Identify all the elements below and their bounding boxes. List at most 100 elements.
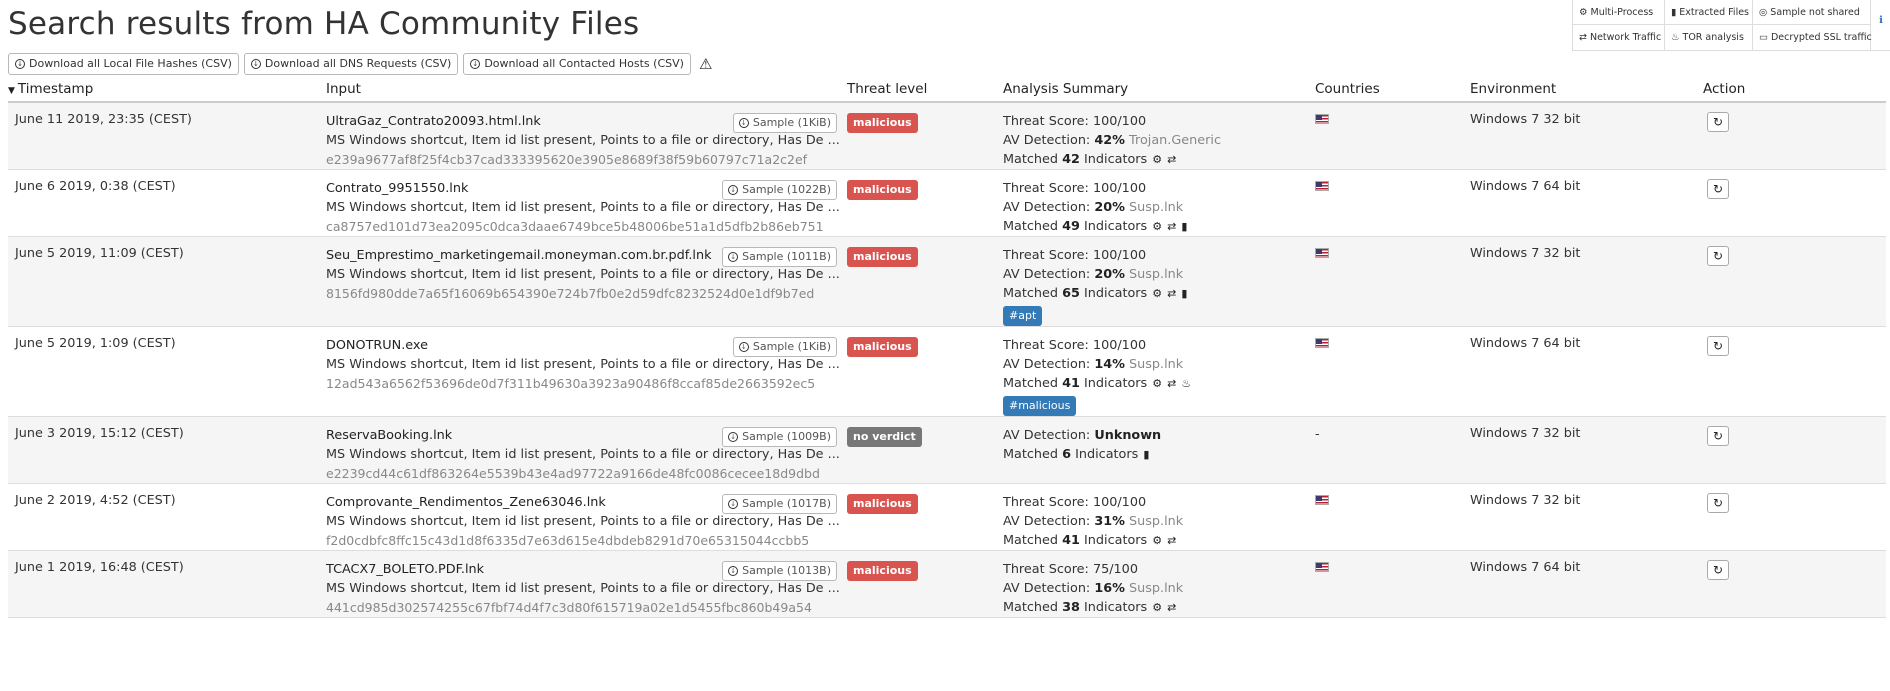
av-detection-label: AV Detection: — [1003, 581, 1095, 596]
av-detection-value: 31% — [1094, 514, 1125, 529]
table-header-row: ▼ Timestamp Input Threat level Analysis S… — [8, 76, 1886, 103]
gears-icon: ⚙ — [1152, 601, 1163, 614]
countries-cell — [1315, 102, 1470, 170]
action-cell: ↻ — [1685, 416, 1886, 484]
tag-badge[interactable]: #malicious — [1003, 396, 1077, 416]
av-detection: AV Detection: 20% Susp.lnk — [1003, 265, 1315, 284]
file-hash: f2d0cdbfc8ffc15c43d1d8f6335d7e63d615e4db… — [326, 533, 810, 548]
action-cell: ↻ — [1685, 550, 1886, 618]
reanalyze-button[interactable]: ↻ — [1707, 560, 1729, 580]
table-row[interactable]: June 6 2019, 0:38 (CEST) Contrato_995155… — [8, 169, 1886, 237]
column-header-input[interactable]: Input — [326, 76, 847, 103]
input-cell: TCACX7_BOLETO.PDF.lnk MS Windows shortcu… — [326, 550, 847, 618]
download-sample-button[interactable]: ↓ Sample (1017B) — [722, 494, 837, 514]
threat-score: Threat Score: 100/100 — [1003, 338, 1147, 353]
file-description: MS Windows shortcut, Item id list presen… — [326, 267, 840, 282]
file-icon: ▮ — [1143, 448, 1150, 461]
us-flag-icon — [1315, 338, 1329, 348]
download-dns-requests-button[interactable]: ↓ Download all DNS Requests (CSV) — [243, 53, 459, 75]
warning-icon[interactable]: ⚠ — [699, 55, 712, 73]
av-detection-value: 14% — [1094, 357, 1125, 372]
download-icon: ↓ — [470, 59, 481, 69]
threat-level-badge: malicious — [847, 494, 918, 514]
tor-icon: ♨ — [1671, 32, 1680, 43]
download-file-hashes-button[interactable]: ↓ Download all Local File Hashes (CSV) — [8, 53, 239, 75]
analysis-summary-cell: Threat Score: 75/100 AV Detection: 16% S… — [1003, 550, 1315, 618]
eye-slash-icon: ◎ — [1759, 6, 1768, 18]
reanalyze-button[interactable]: ↻ — [1707, 246, 1729, 266]
environment-cell: Windows 7 64 bit — [1470, 169, 1685, 237]
table-row[interactable]: June 11 2019, 23:35 (CEST) UltraGaz_Cont… — [8, 102, 1886, 170]
threat-level-badge: malicious — [847, 561, 918, 581]
matched-indicators: Matched 42 Indicators ⚙ ⇄ — [1003, 152, 1177, 167]
column-header-environment[interactable]: Environment — [1470, 76, 1685, 103]
gears-icon: ⚙ — [1152, 377, 1163, 390]
reanalyze-button[interactable]: ↻ — [1707, 179, 1729, 199]
hdd-icon: ▭ — [1759, 32, 1768, 43]
table-row[interactable]: June 3 2019, 15:12 (CEST) ReservaBooking… — [8, 416, 1886, 484]
threat-level-cell: malicious — [847, 550, 1003, 618]
refresh-icon: ↻ — [1712, 182, 1724, 196]
timestamp-cell: June 2 2019, 4:52 (CEST) — [8, 483, 326, 551]
av-detection-name: Susp.lnk — [1129, 581, 1184, 596]
environment-cell: Windows 7 32 bit — [1470, 416, 1685, 484]
gears-icon: ⚙ — [1152, 220, 1163, 233]
action-cell: ↻ — [1685, 102, 1886, 170]
av-detection: AV Detection: 31% Susp.lnk — [1003, 512, 1315, 531]
matched-indicators: Matched 65 Indicators ⚙ ⇄ ▮ — [1003, 286, 1188, 301]
refresh-icon: ↻ — [1712, 115, 1724, 129]
info-icon[interactable]: ℹ — [1874, 14, 1888, 28]
input-cell: Comprovante_Rendimentos_Zene63046.lnk MS… — [326, 483, 847, 551]
column-header-countries[interactable]: Countries — [1315, 76, 1470, 103]
column-header-analysis-summary[interactable]: Analysis Summary — [1003, 76, 1315, 103]
threat-level-cell: malicious — [847, 236, 1003, 327]
download-sample-button[interactable]: ↓ Sample (1022B) — [722, 180, 837, 200]
file-description: MS Windows shortcut, Item id list presen… — [326, 200, 840, 215]
threat-level-cell: malicious — [847, 169, 1003, 237]
threat-score: Threat Score: 75/100 — [1003, 562, 1138, 577]
table-row[interactable]: June 1 2019, 16:48 (CEST) TCACX7_BOLETO.… — [8, 550, 1886, 618]
reanalyze-button[interactable]: ↻ — [1707, 112, 1729, 132]
tag-badge[interactable]: #apt — [1003, 306, 1043, 326]
file-hash: e2239cd44c61df863264e5539b43e4ad97722a91… — [326, 466, 820, 481]
environment-cell: Windows 7 32 bit — [1470, 483, 1685, 551]
page-title: Search results from HA Community Files — [8, 6, 640, 42]
file-hash: 441cd985d302574255c67fbf74d4f7c3d80f6157… — [326, 600, 812, 615]
threat-score: Threat Score: 100/100 — [1003, 181, 1147, 196]
download-sample-button[interactable]: ↓ Sample (1KiB) — [732, 337, 837, 357]
timestamp-cell: June 5 2019, 1:09 (CEST) — [8, 326, 326, 417]
download-sample-button[interactable]: ↓ Sample (1013B) — [722, 561, 837, 581]
input-cell: DONOTRUN.exe MS Windows shortcut, Item i… — [326, 326, 847, 417]
reanalyze-button[interactable]: ↻ — [1707, 336, 1729, 356]
analysis-summary-cell: Threat Score: 100/100 AV Detection: 14% … — [1003, 326, 1315, 417]
download-sample-button[interactable]: ↓ Sample (1009B) — [722, 427, 837, 447]
table-row[interactable]: June 2 2019, 4:52 (CEST) Comprovante_Ren… — [8, 483, 1886, 551]
av-detection-name: Susp.lnk — [1129, 267, 1184, 282]
file-hash: ca8757ed101d73ea2095c0dca3daae6749bce5b4… — [326, 219, 824, 234]
exchange-icon: ⇄ — [1167, 287, 1177, 300]
download-icon: ↓ — [728, 185, 739, 195]
matched-indicators: Matched 41 Indicators ⚙ ⇄ — [1003, 533, 1177, 548]
table-row[interactable]: June 5 2019, 11:09 (CEST) Seu_Emprestimo… — [8, 236, 1886, 327]
column-header-timestamp[interactable]: ▼ Timestamp — [8, 76, 326, 103]
reanalyze-button[interactable]: ↻ — [1707, 493, 1729, 513]
column-header-threat-level[interactable]: Threat level — [847, 76, 1003, 103]
download-sample-button[interactable]: ↓ Sample (1011B) — [722, 247, 837, 267]
legend-item: ⚙ Multi-Process — [1573, 0, 1665, 25]
download-contacted-hosts-button[interactable]: ↓ Download all Contacted Hosts (CSV) — [463, 53, 691, 75]
download-icon: ↓ — [728, 432, 739, 442]
reanalyze-button[interactable]: ↻ — [1707, 426, 1729, 446]
analysis-summary-cell: Threat Score: 100/100 AV Detection: 20% … — [1003, 236, 1315, 327]
av-detection-value: 20% — [1094, 200, 1125, 215]
av-detection-label: AV Detection: — [1003, 200, 1095, 215]
analysis-summary-cell: Threat Score: 100/100 AV Detection: 42% … — [1003, 102, 1315, 170]
input-cell: UltraGaz_Contrato20093.html.lnk MS Windo… — [326, 102, 847, 170]
table-row[interactable]: June 5 2019, 1:09 (CEST) DONOTRUN.exe MS… — [8, 326, 1886, 417]
exchange-icon: ⇄ — [1167, 601, 1177, 614]
threat-score: Threat Score: 100/100 — [1003, 495, 1147, 510]
threat-score: Threat Score: 100/100 — [1003, 248, 1147, 263]
threat-level-cell: malicious — [847, 483, 1003, 551]
download-sample-button[interactable]: ↓ Sample (1KiB) — [732, 113, 837, 133]
exchange-icon: ⇄ — [1167, 534, 1177, 547]
exchange-icon: ⇄ — [1167, 377, 1177, 390]
